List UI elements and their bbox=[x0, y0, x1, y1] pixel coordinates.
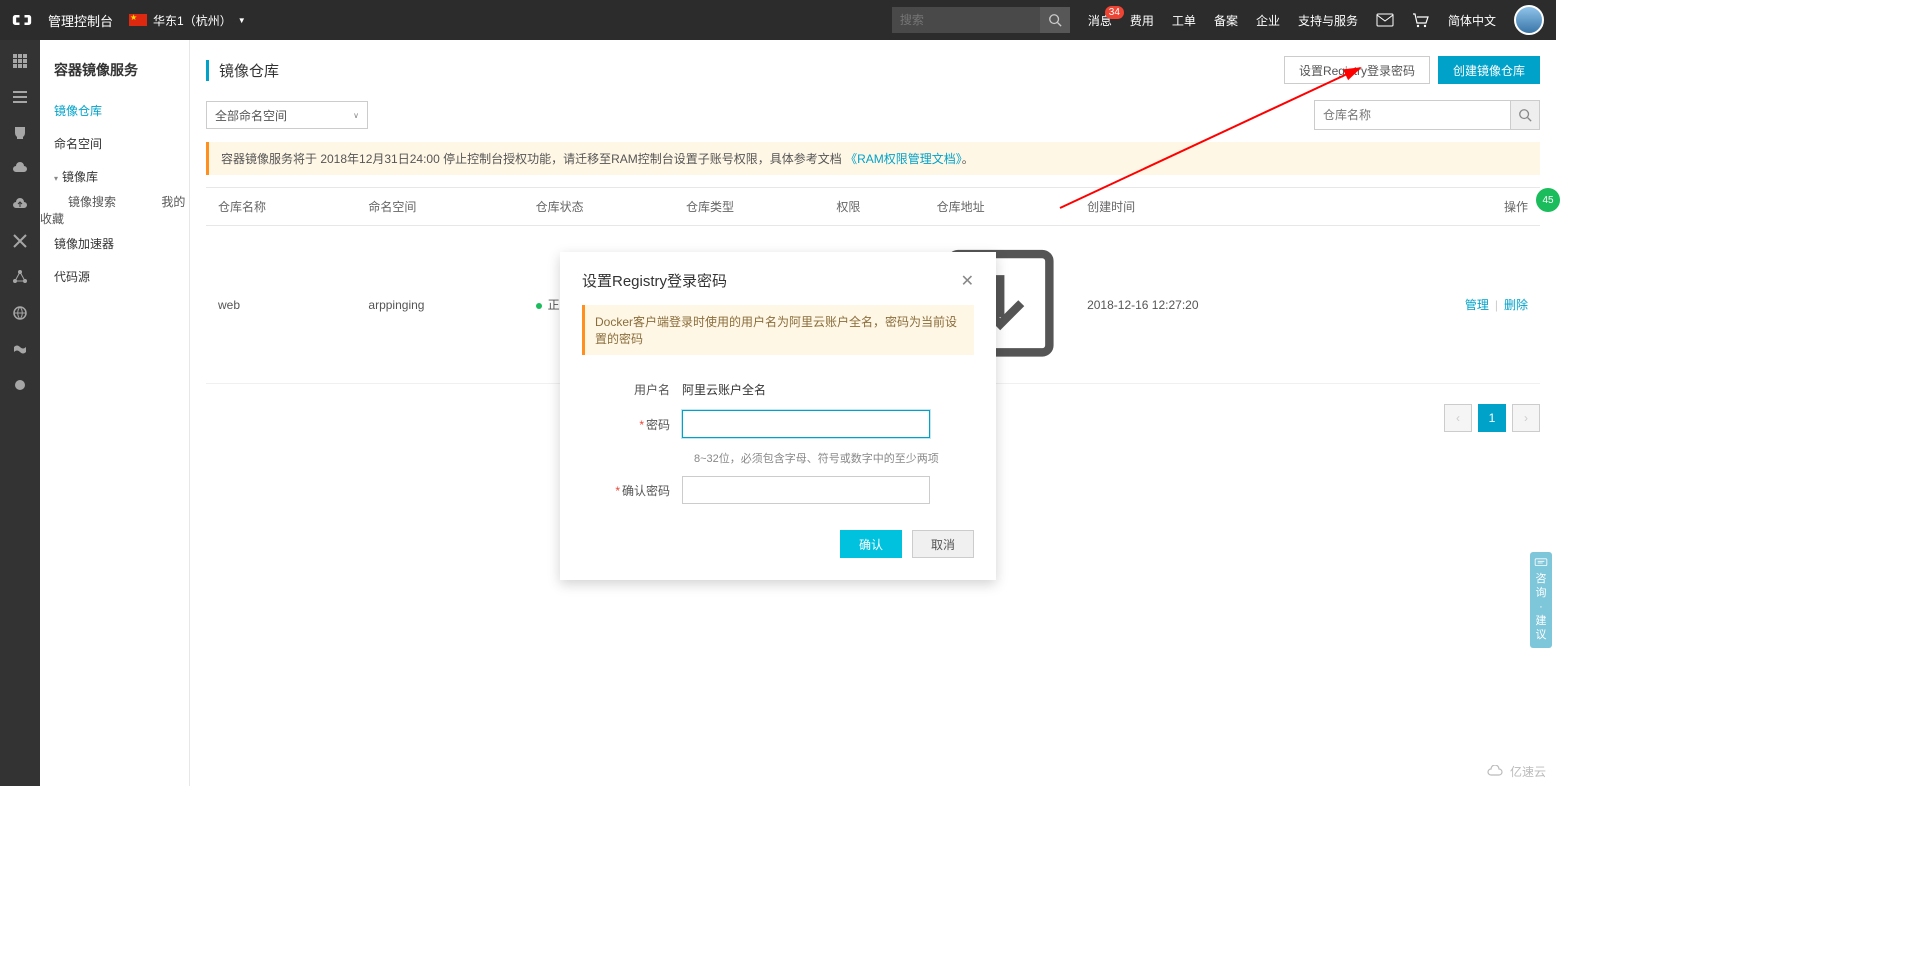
username-value: 阿里云账户全名 bbox=[682, 375, 766, 398]
form-row-password: *密码 bbox=[560, 404, 996, 444]
close-icon[interactable]: ✕ bbox=[961, 271, 974, 291]
modal-notice: Docker客户端登录时使用的用户名为阿里云账户全名，密码为当前设置的密码 bbox=[582, 305, 974, 355]
chat-icon bbox=[1534, 558, 1548, 568]
registry-password-modal: 设置Registry登录密码 ✕ Docker客户端登录时使用的用户名为阿里云账… bbox=[560, 252, 996, 580]
password-input[interactable] bbox=[682, 410, 930, 438]
confirm-button[interactable]: 确认 bbox=[840, 530, 902, 558]
username-label: 用户名 bbox=[582, 375, 682, 398]
form-row-confirm: *确认密码 bbox=[560, 470, 996, 510]
confirm-label-text: 确认密码 bbox=[622, 484, 670, 498]
password-label: *密码 bbox=[582, 410, 682, 433]
modal-title: 设置Registry登录密码 bbox=[582, 270, 727, 291]
confirm-label: *确认密码 bbox=[582, 476, 682, 499]
watermark-icon bbox=[1486, 765, 1506, 779]
confirm-password-input[interactable] bbox=[682, 476, 930, 504]
modal-header: 设置Registry登录密码 ✕ bbox=[560, 252, 996, 305]
modal-footer: 确认 取消 bbox=[560, 510, 996, 580]
watermark: 亿速云 bbox=[1486, 763, 1546, 780]
float-promo-badge[interactable]: 45 bbox=[1536, 188, 1560, 212]
float-feedback-label: 咨询·建议 bbox=[1536, 573, 1547, 641]
form-row-username: 用户名 阿里云账户全名 bbox=[560, 369, 996, 404]
watermark-text: 亿速云 bbox=[1510, 763, 1546, 780]
password-hint: 8~32位，必须包含字母、符号或数字中的至少两项 bbox=[694, 450, 974, 466]
password-label-text: 密码 bbox=[646, 418, 670, 432]
float-feedback[interactable]: 咨询·建议 bbox=[1530, 552, 1552, 648]
cancel-button[interactable]: 取消 bbox=[912, 530, 974, 558]
